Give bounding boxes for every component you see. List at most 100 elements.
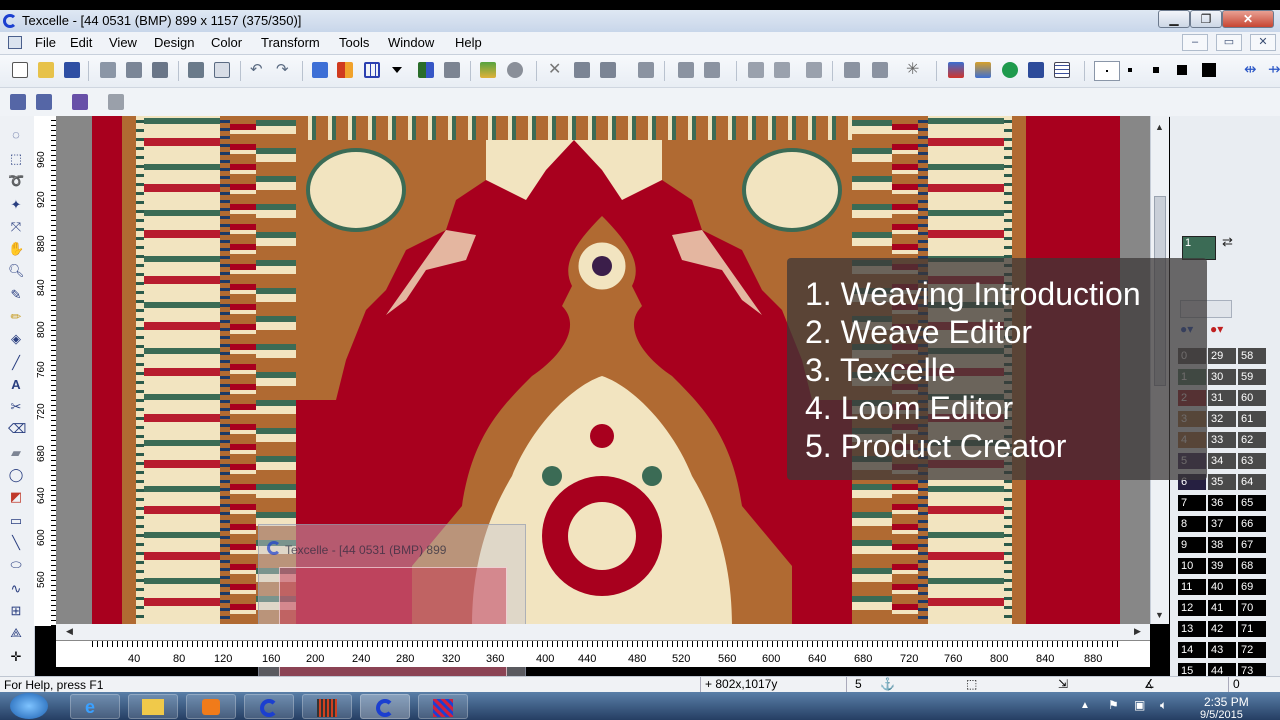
menu-color[interactable]: Color <box>211 35 242 50</box>
explorer-icon[interactable] <box>128 694 178 719</box>
menu-tools[interactable]: Tools <box>339 35 369 50</box>
grid-icon[interactable] <box>364 62 380 78</box>
select-color-icon[interactable] <box>1028 62 1044 78</box>
rect-select-icon[interactable]: ⬚ <box>8 152 24 166</box>
color-cell[interactable]: 66 <box>1238 516 1266 532</box>
loom-task-icon[interactable] <box>302 694 352 719</box>
reduce-colors-icon[interactable] <box>948 62 964 78</box>
color-cell[interactable]: 42 <box>1208 621 1236 637</box>
pen-size-2-button[interactable] <box>1128 68 1132 72</box>
curve-icon[interactable]: ∿ <box>8 582 24 596</box>
duplicate-icon[interactable] <box>574 62 590 78</box>
flag-icon[interactable]: ⚑ <box>1108 698 1119 712</box>
menu-edit[interactable]: Edit <box>70 35 92 50</box>
color-cell[interactable]: 67 <box>1238 537 1266 553</box>
palette-icon[interactable] <box>480 62 496 78</box>
maximize-button[interactable]: ❐ <box>1190 10 1222 28</box>
ellipse-select-icon[interactable]: ◌ <box>8 128 24 142</box>
ie-icon[interactable]: e <box>70 694 120 719</box>
magic-wand-icon[interactable]: ✦ <box>8 198 24 212</box>
color-cell[interactable]: 58 <box>1238 348 1266 364</box>
text-icon[interactable]: A <box>8 378 24 392</box>
color-delete-icon[interactable]: ●▾ <box>1210 322 1236 338</box>
scroll-right-icon[interactable]: ▶ <box>1134 626 1141 637</box>
color-cell[interactable]: 69 <box>1238 579 1266 595</box>
eraser-icon[interactable]: ⌫ <box>8 422 26 436</box>
color-cell[interactable]: 13 <box>1178 621 1206 637</box>
paste-icon[interactable] <box>152 62 168 78</box>
transform-icon[interactable]: ⤧ <box>8 220 24 234</box>
brush-icon[interactable]: ✂ <box>8 400 24 414</box>
new-icon[interactable] <box>12 62 28 78</box>
crosshair-icon[interactable]: ✛ <box>8 650 24 664</box>
pen-size-3-button[interactable] <box>1153 67 1159 73</box>
color-cell[interactable]: 9 <box>1178 537 1206 553</box>
tray-chevron-icon[interactable]: ▲ <box>1080 700 1090 711</box>
tile-icon[interactable] <box>844 62 860 78</box>
line-icon[interactable]: ╲ <box>8 536 24 550</box>
volume-icon[interactable]: 🔈︎ <box>1160 698 1167 713</box>
undo-icon[interactable]: ↶ <box>250 62 266 78</box>
stack-icon[interactable] <box>704 62 720 78</box>
color-cell[interactable]: 64 <box>1238 474 1266 490</box>
color-cell[interactable]: 34 <box>1208 453 1236 469</box>
document-icon[interactable] <box>8 36 22 49</box>
pattern-icon[interactable] <box>1054 62 1070 78</box>
color-cell[interactable]: 38 <box>1208 537 1236 553</box>
color-cell[interactable]: 71 <box>1238 621 1266 637</box>
color-cell[interactable]: 59 <box>1238 369 1266 385</box>
pen-size-5-button[interactable] <box>1202 63 1216 77</box>
menu-window[interactable]: Window <box>388 35 434 50</box>
print-icon[interactable] <box>188 62 204 78</box>
texcelle-active-task-icon[interactable] <box>360 694 410 719</box>
color-cell[interactable]: 12 <box>1178 600 1206 616</box>
color-cell[interactable]: 41 <box>1208 600 1236 616</box>
mdi-close-button[interactable]: ✕ <box>1250 34 1276 51</box>
align-icon[interactable] <box>638 62 654 78</box>
line-pen-icon[interactable]: ╱ <box>8 356 24 370</box>
scroll-left-icon[interactable]: ◀ <box>66 626 73 637</box>
recolor-icon[interactable] <box>975 62 991 78</box>
mdi-restore-button[interactable]: ▭ <box>1216 34 1242 51</box>
pen-size-4-button[interactable] <box>1177 65 1187 75</box>
scroll-up-icon[interactable]: ▲ <box>1155 122 1164 132</box>
open-folder-icon[interactable] <box>38 62 54 78</box>
nodes-icon[interactable]: ⟁ <box>8 626 24 640</box>
network-icon[interactable]: ▣ <box>1134 698 1145 712</box>
column-icon[interactable] <box>748 62 764 78</box>
arrange-icon[interactable] <box>600 62 616 78</box>
color-cell[interactable]: 70 <box>1238 600 1266 616</box>
color-cell[interactable]: 10 <box>1178 558 1206 574</box>
stamp-icon[interactable]: ▰ <box>8 446 24 460</box>
move-horizontal-icon[interactable]: ⇹ <box>1244 62 1260 78</box>
lasso-icon[interactable]: ➰ <box>8 174 24 188</box>
color-cell[interactable]: 14 <box>1178 642 1206 658</box>
menu-file[interactable]: File <box>35 35 56 50</box>
chevron-down-icon[interactable] <box>392 67 402 73</box>
color-cell[interactable]: 29 <box>1208 348 1236 364</box>
color-cell[interactable]: 36 <box>1208 495 1236 511</box>
settings-icon[interactable] <box>108 94 124 110</box>
zoom-icon[interactable]: 🔍︎ <box>8 264 25 278</box>
ellipse-icon[interactable]: ◯ <box>8 468 24 482</box>
color-cell[interactable]: 8 <box>1178 516 1206 532</box>
color-cell[interactable]: 37 <box>1208 516 1236 532</box>
color-cell[interactable]: 60 <box>1238 390 1266 406</box>
gradient-icon[interactable]: ◩ <box>8 490 24 504</box>
hand-icon[interactable]: ✋ <box>8 242 24 256</box>
menu-view[interactable]: View <box>109 35 137 50</box>
pencil-icon[interactable]: ✏ <box>8 310 24 324</box>
color-cell[interactable]: 72 <box>1238 642 1266 658</box>
fill-icon[interactable] <box>444 62 460 78</box>
clock-time[interactable]: 2:35 PM <box>1204 695 1249 709</box>
color-cell[interactable]: 65 <box>1238 495 1266 511</box>
color-cell[interactable]: 61 <box>1238 411 1266 427</box>
green-dot-icon[interactable] <box>1002 62 1018 78</box>
horizontal-scrollbar[interactable]: ◀ ▶ <box>56 624 1150 640</box>
save-icon[interactable] <box>64 62 80 78</box>
color-cell[interactable]: 30 <box>1208 369 1236 385</box>
color-cell[interactable]: 43 <box>1208 642 1236 658</box>
distribute-icon[interactable] <box>678 62 694 78</box>
star-icon[interactable]: ✳ <box>906 62 922 78</box>
clock-date[interactable]: 9/5/2015 <box>1200 709 1243 720</box>
